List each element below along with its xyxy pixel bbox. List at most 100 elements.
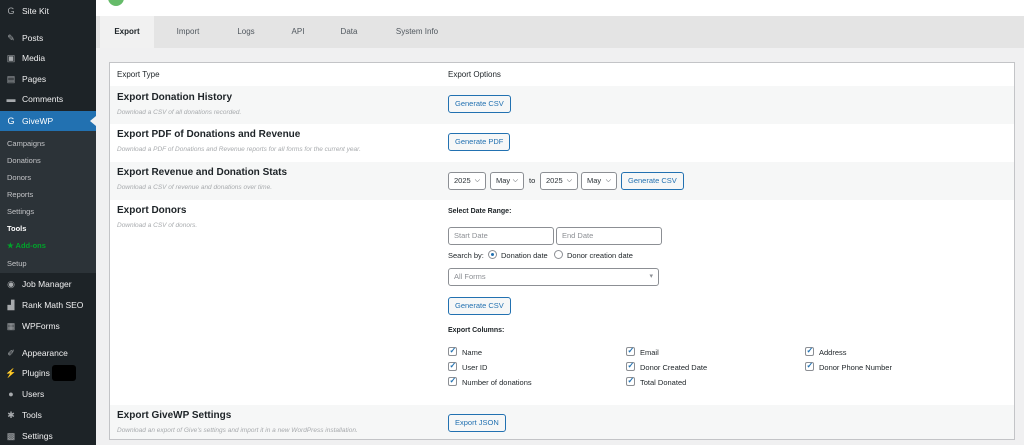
submenu-donors[interactable]: Donors [7,173,31,182]
name-checkbox[interactable] [448,346,457,356]
comment-icon: ▬ [6,94,16,104]
generate-csv-button[interactable]: Generate CSV [448,95,511,113]
row-title: Export Revenue and Donation Stats [117,167,288,178]
email-checkbox-label: Email [640,348,659,357]
triangle-down-icon: ▾ [649,273,653,280]
row-stats: Export Revenue and Donation Stats Downlo… [110,162,1014,200]
number-of-donations-checkbox[interactable] [448,376,457,386]
givewp-icon: G [7,116,15,126]
column-header-options: Export Options [448,70,501,79]
name-checkbox-label: Name [462,348,483,357]
menu-item-appearance[interactable]: ✐ Appearance [0,343,96,363]
brush-icon: ✐ [7,347,15,358]
chevron-down-icon: ⌵ [605,177,611,184]
export-panel: Export Type Export Options Export Donati… [109,62,1015,440]
menu-item-media[interactable]: ▣ Media [0,48,96,68]
end-date-input[interactable]: End Date [556,227,662,245]
menu-item-settings[interactable]: ▩ Settings [0,426,96,445]
user-icon: ● [8,389,14,399]
tools-tabs: Export Import Logs API Data System Info [96,16,1024,48]
donor-phone-checkbox-label: Donor Phone Number [819,363,892,372]
submenu-setup[interactable]: Setup [7,259,27,268]
menu-item-givewp[interactable]: G GiveWP [0,111,96,131]
wrench-icon: ✱ [7,409,15,420]
submenu-tools[interactable]: Tools [7,224,26,233]
menu-label: Pages [22,74,47,84]
total-donated-checkbox-label: Total Donated [640,378,687,387]
row-description: Download a CSV of revenue and donations … [117,184,273,191]
row-pdf: Export PDF of Donations and Revenue Down… [110,124,1014,162]
donor-created-date-checkbox[interactable] [626,361,635,371]
row-description: Download a PDF of Donations and Revenue … [117,146,361,153]
generate-stats-csv-button[interactable]: Generate CSV [621,172,684,190]
export-json-button[interactable]: Export JSON [448,414,506,432]
address-checkbox-label: Address [819,348,847,357]
submenu-settings[interactable]: Settings [7,207,34,216]
year-to-select[interactable]: 2025 ⌵ [540,172,578,190]
menu-item-wpforms[interactable]: ▦ WPForms [0,316,96,336]
menu-label: Appearance [22,348,68,358]
user-id-checkbox[interactable] [448,361,457,371]
menu-item-tools[interactable]: ✱ Tools [0,405,96,425]
column-header-type: Export Type [117,70,160,79]
menu-label: Posts [22,33,44,43]
page-header [96,0,1024,16]
to-label: to [529,176,536,185]
admin-sidebar: G Site Kit ✎ Posts ▣ Media ▤ Pages ▬ Comments… [0,0,96,445]
row-donors: Export Donors Download a CSV of donors. … [110,200,1014,405]
settings-icon: ▩ [6,430,16,441]
menu-label: Users [22,389,45,399]
tab-system-info[interactable]: System Info [380,16,454,48]
submenu-add-ons[interactable]: ★ Add-ons [7,241,46,250]
tab-api[interactable]: API [276,16,320,48]
tab-data[interactable]: Data [326,16,372,48]
forms-select[interactable]: All Forms ▾ [448,268,659,286]
donation-date-radio[interactable] [488,250,497,259]
donation-date-label: Donation date [501,251,548,260]
donor-phone-checkbox[interactable] [805,361,814,371]
redacted-badge [51,365,76,381]
menu-item-plugins[interactable]: ⚡ Plugins [0,363,96,383]
submenu-reports[interactable]: Reports [7,190,33,199]
generate-pdf-button[interactable]: Generate PDF [448,133,511,151]
email-checkbox[interactable] [626,346,635,356]
menu-item-rank-math[interactable]: ▟ Rank Math SEO [0,295,96,315]
chevron-down-icon: ⌵ [566,177,572,184]
menu-item-pages[interactable]: ▤ Pages [0,69,96,89]
row-description: Download a CSV of all donations recorded… [117,109,242,116]
pages-icon: ▤ [6,73,16,84]
menu-item-posts[interactable]: ✎ Posts [0,28,96,48]
month-to-select[interactable]: May ⌵ [581,172,617,190]
submenu-donations[interactable]: Donations [7,156,41,165]
address-checkbox[interactable] [805,346,814,356]
menu-item-users[interactable]: ● Users [0,384,96,404]
menu-item-job-manager[interactable]: ◉ Job Manager [0,274,96,294]
donor-creation-date-label: Donor creation date [567,251,633,260]
menu-label: Tools [22,410,42,420]
submenu-campaigns[interactable]: Campaigns [7,139,45,148]
month-from-select[interactable]: May ⌵ [490,172,524,190]
plug-icon: ⚡ [5,367,17,378]
menu-label: Settings [22,431,53,441]
generate-donors-csv-button[interactable]: Generate CSV [448,297,511,315]
select-value: 2025 [546,176,563,185]
jm-icon: ◉ [7,278,15,289]
pin-icon: ✎ [7,32,15,43]
year-from-select[interactable]: 2025 ⌵ [448,172,486,190]
tab-import[interactable]: Import [160,16,216,48]
tab-logs[interactable]: Logs [222,16,270,48]
menu-item-site-kit[interactable]: G Site Kit [0,1,96,21]
donor-creation-date-radio[interactable] [554,250,563,259]
row-title: Export PDF of Donations and Revenue [117,129,301,140]
user-id-checkbox-label: User ID [462,363,488,372]
select-value: 2025 [454,176,471,185]
row-description: Download a CSV of donors. [117,222,198,229]
start-date-input[interactable]: Start Date [448,227,554,245]
total-donated-checkbox[interactable] [626,376,635,386]
row-settings: Export GiveWP Settings Download an expor… [110,405,1014,439]
menu-label: Media [22,53,46,63]
menu-label: Comments [22,94,64,104]
menu-item-comments[interactable]: ▬ Comments [0,89,96,109]
tab-export[interactable]: Export [100,16,154,48]
menu-label: Job Manager [22,279,72,289]
